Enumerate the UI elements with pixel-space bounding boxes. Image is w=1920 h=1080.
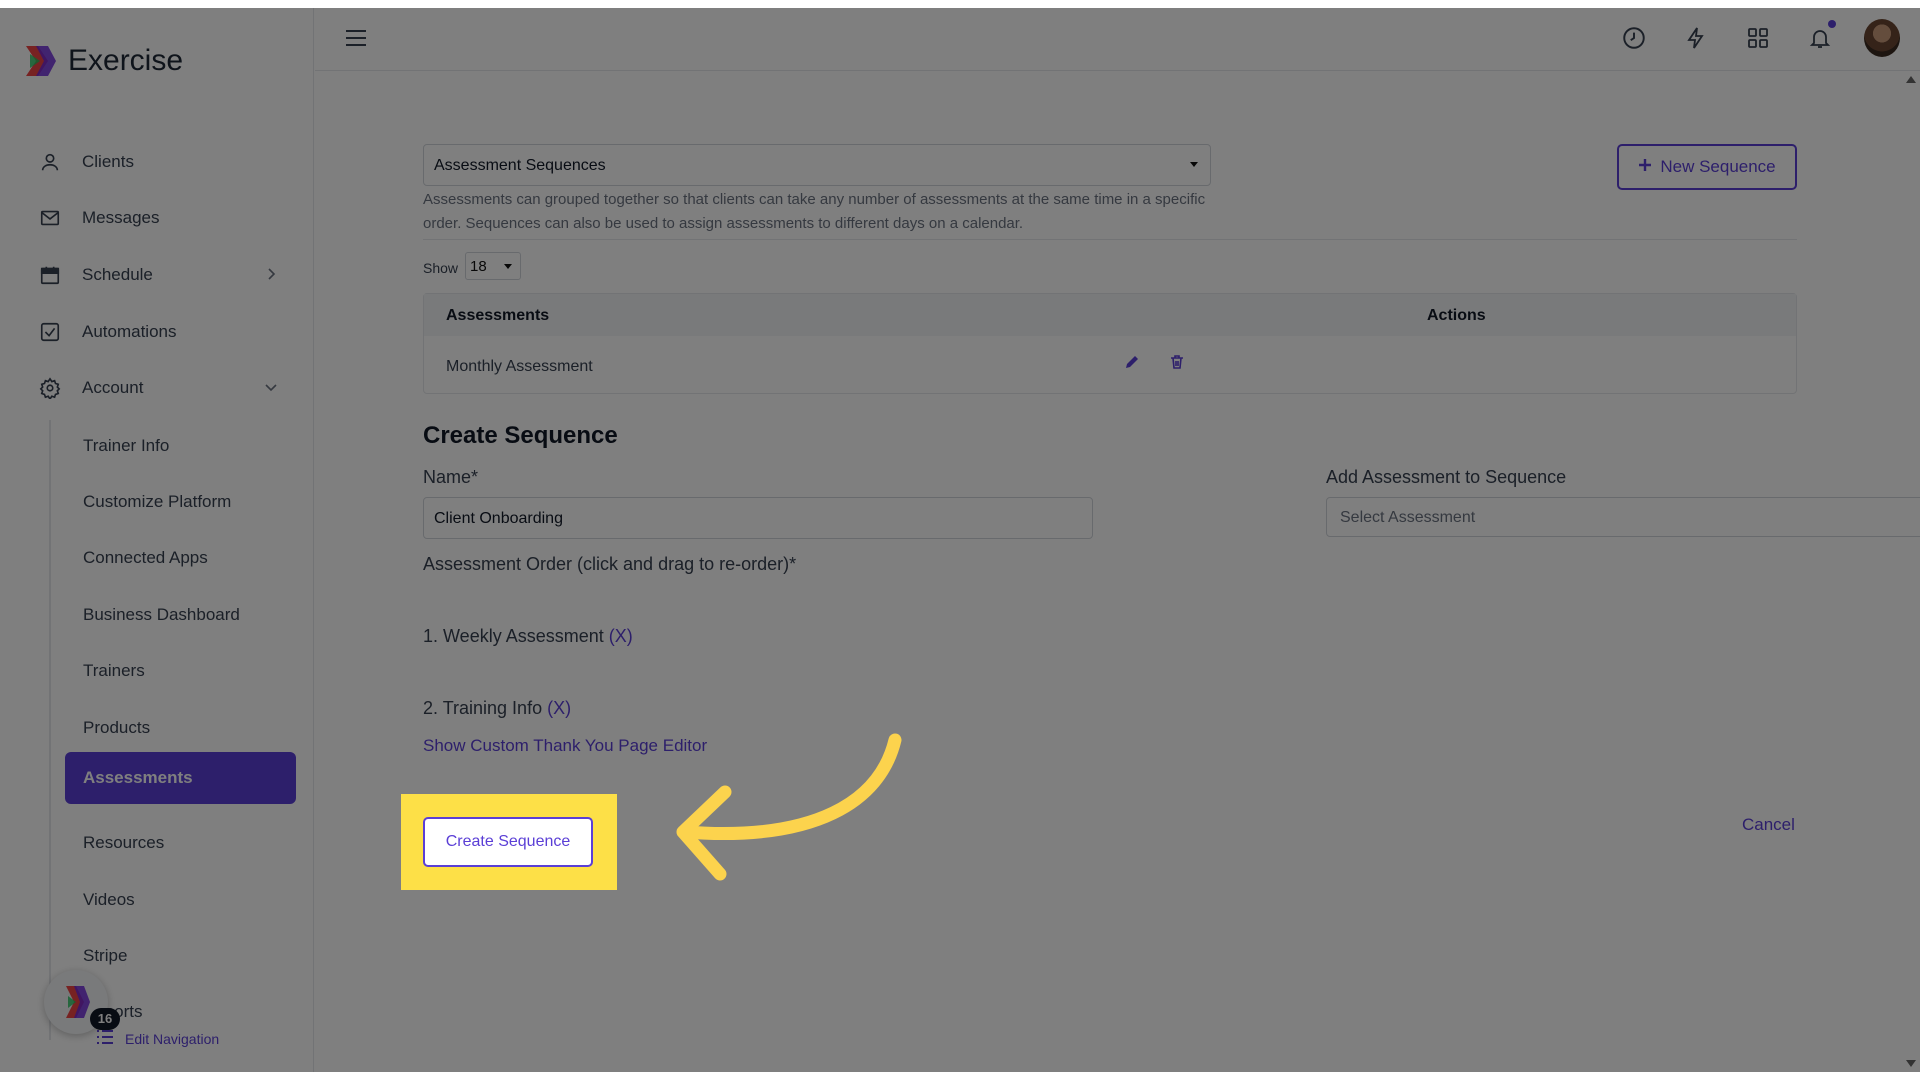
sidebar-item-clients[interactable]: Clients [38,147,278,177]
sidebar-item-label: Schedule [82,265,153,284]
list-icon [95,1027,115,1050]
checkbox-icon [38,320,62,344]
table-header: Assessments Actions [424,294,1796,336]
sequence-name-input[interactable]: Client Onboarding [423,497,1093,539]
sequences-description: Assessments can grouped together so that… [423,191,1206,232]
order-list-item[interactable]: 2. Training Info (X) [423,698,571,719]
table-cell-name: Monthly Assessment [446,358,593,375]
chevron-down-icon [264,379,278,399]
new-sequence-label: New Sequence [1660,157,1776,176]
sidebar-item-label: Account [82,378,144,397]
sequence-name-value: Client Onboarding [434,510,563,527]
plus-icon [1638,157,1652,177]
create-sequence-label: Create Sequence [445,833,571,850]
submenu-guide-line [49,420,51,1040]
chevron-right-icon [264,266,278,286]
create-sequence-title: Create Sequence [423,422,618,449]
sidebar-item-account[interactable]: Account [38,373,278,403]
order-item-text: 2. Training Info [423,698,543,718]
app-window: Exercise Clients Messages Schedule Autom… [0,8,1920,1072]
caret-down-icon [1190,162,1198,167]
sidebar-item-schedule[interactable]: Schedule [38,260,278,290]
order-list-item[interactable]: 1. Weekly Assessment (X) [423,626,633,647]
new-sequence-button[interactable]: New Sequence [1617,144,1797,190]
sidebar-item-label: Automations [82,322,177,341]
scroll-down-arrow[interactable] [1906,1060,1916,1067]
select-assessment-dropdown[interactable]: Select Assessment [1326,497,1920,537]
sidebar-subitem-stripe[interactable]: Stripe [83,946,127,966]
view-select-value: Assessment Sequences [434,157,606,174]
sidebar-subitem-business-dashboard[interactable]: Business Dashboard [83,605,240,625]
sidebar-item-label: Messages [82,208,160,227]
page-size-value: 18 [470,258,487,275]
divider [423,239,1797,240]
sidebar-subitem-assessments[interactable]: Assessments [65,752,296,804]
logo-icon [22,44,56,78]
sidebar-item-automations[interactable]: Automations [38,317,278,347]
name-label: Name* [423,467,479,487]
app-logo[interactable]: Exercise [22,44,183,78]
top-bar [315,8,1920,71]
lightning-icon[interactable] [1678,18,1714,58]
edit-pencil-icon[interactable] [1124,354,1140,375]
cancel-link[interactable]: Cancel [1742,815,1795,835]
bell-icon[interactable] [1802,18,1838,58]
sidebar-subitem-connected-apps[interactable]: Connected Apps [83,548,208,568]
edit-navigation-link[interactable]: Edit Navigation [95,1027,219,1050]
show-label: Show [423,260,459,276]
sidebar-subitem-videos[interactable]: Videos [83,890,135,910]
edit-navigation-label: Edit Navigation [125,1030,220,1047]
sidebar-subitem-trainer-info[interactable]: Trainer Info [83,436,169,456]
notification-dot [1828,20,1836,28]
remove-item-link[interactable]: (X) [609,626,633,646]
sidebar-subitem-trainers[interactable]: Trainers [83,661,145,681]
order-item-text: 1. Weekly Assessment [423,626,604,646]
sequences-table: Assessments Actions Monthly Assessment [423,293,1797,394]
assessment-order-label: Assessment Order (click and drag to re-o… [423,554,797,574]
view-select[interactable]: Assessment Sequences [423,144,1211,186]
column-header-actions: Actions [1427,307,1486,324]
sidebar-item-label: Clients [82,152,134,171]
hamburger-menu-icon[interactable] [345,28,367,53]
page-size-select[interactable]: 18 [465,252,521,280]
sidebar: Exercise Clients Messages Schedule Autom… [0,8,314,1072]
sidebar-subitem-customize-platform[interactable]: Customize Platform [83,492,231,512]
grid-icon[interactable] [1740,18,1776,58]
create-sequence-button[interactable]: Create Sequence [423,817,593,867]
thank-you-page-editor-link[interactable]: Show Custom Thank You Page Editor [423,736,707,756]
mail-icon [38,206,62,230]
sidebar-subitem-products[interactable]: Products [83,718,150,738]
sidebar-subitem-resources[interactable]: Resources [83,833,164,853]
calendar-icon [38,263,62,287]
trash-icon[interactable] [1169,354,1185,375]
caret-down-icon [504,264,512,269]
add-assessment-label: Add Assessment to Sequence [1326,467,1567,487]
gear-icon [38,376,62,400]
user-avatar-image [1864,19,1900,57]
select-assessment-placeholder: Select Assessment [1340,509,1476,526]
clock-icon[interactable] [1616,18,1652,58]
avatar[interactable] [1864,18,1900,58]
scroll-up-arrow[interactable] [1906,76,1916,83]
user-icon [38,150,62,174]
sidebar-item-messages[interactable]: Messages [38,203,278,233]
remove-item-link[interactable]: (X) [547,698,571,718]
sidebar-subitem-label: Assessments [83,768,193,787]
column-header-assessments: Assessments [446,307,550,324]
main-content: Assessment Sequences Assessments can gro… [315,72,1920,1072]
app-name: Exercise [68,44,184,77]
